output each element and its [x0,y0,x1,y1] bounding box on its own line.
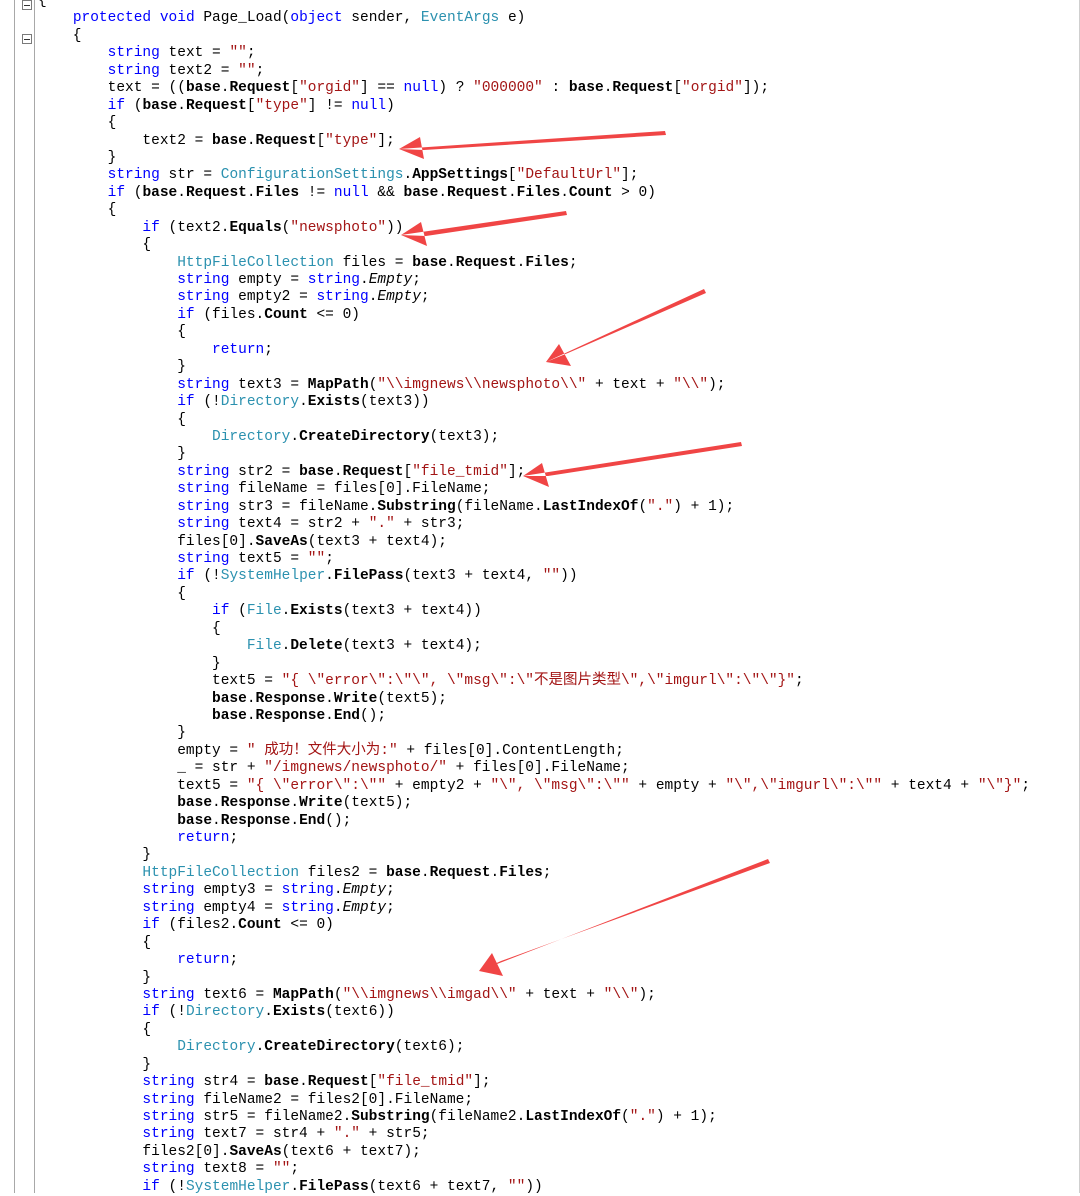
code-line[interactable]: files[0].SaveAs(text3 + text4); [38,534,1030,551]
code-line[interactable]: string str5 = fileName2.Substring(fileNa… [38,1109,1030,1126]
code-line[interactable]: base.Response.End(); [38,813,1030,830]
collapse-class-icon[interactable] [22,0,32,10]
code-line[interactable]: if (!SystemHelper.FilePass(text3 + text4… [38,568,1030,585]
code-line[interactable]: string empty4 = string.Empty; [38,900,1030,917]
code-line[interactable]: base.Response.End(); [38,708,1030,725]
code-line[interactable]: { [38,0,1030,10]
code-line[interactable]: string text6 = MapPath("\\imgnews\\imgad… [38,987,1030,1004]
code-line[interactable]: return; [38,952,1030,969]
code-editor[interactable]: { protected void Page_Load(object sender… [38,0,1030,1196]
code-line[interactable]: text = ((base.Request["orgid"] == null) … [38,80,1030,97]
code-line[interactable]: } [38,656,1030,673]
code-line[interactable]: } [38,150,1030,167]
code-line[interactable]: string str4 = base.Request["file_tmid"]; [38,1074,1030,1091]
code-line[interactable]: { [38,324,1030,341]
code-line[interactable]: string text = ""; [38,45,1030,62]
code-line[interactable]: Directory.CreateDirectory(text6); [38,1039,1030,1056]
code-line[interactable]: if (!SystemHelper.FilePass(text6 + text7… [38,1179,1030,1196]
code-line[interactable]: return; [38,342,1030,359]
code-line[interactable]: HttpFileCollection files2 = base.Request… [38,865,1030,882]
code-line[interactable]: string fileName = files[0].FileName; [38,481,1030,498]
gutter-line [14,0,15,1193]
gutter-line [34,0,35,1193]
code-line[interactable]: Directory.CreateDirectory(text3); [38,429,1030,446]
code-line[interactable]: if (text2.Equals("newsphoto")) [38,220,1030,237]
code-line[interactable]: string str = ConfigurationSettings.AppSe… [38,167,1030,184]
code-line[interactable]: } [38,847,1030,864]
code-line[interactable]: } [38,446,1030,463]
code-line[interactable]: string text7 = str4 + "." + str5; [38,1126,1030,1143]
code-line[interactable]: protected void Page_Load(object sender, … [38,10,1030,27]
code-line[interactable]: File.Delete(text3 + text4); [38,638,1030,655]
code-line[interactable]: { [38,28,1030,45]
code-line[interactable]: string empty3 = string.Empty; [38,882,1030,899]
code-line[interactable]: { [38,586,1030,603]
code-line[interactable]: if (files.Count <= 0) [38,307,1030,324]
code-line[interactable]: } [38,1057,1030,1074]
code-line[interactable]: base.Response.Write(text5); [38,691,1030,708]
code-line[interactable]: { [38,621,1030,638]
code-line[interactable]: _ = str + "/imgnews/newsphoto/" + files[… [38,760,1030,777]
code-line[interactable]: text5 = "{ \"error\":\"" + empty2 + "\",… [38,778,1030,795]
code-line[interactable]: { [38,1022,1030,1039]
code-line[interactable]: text5 = "{ \"error\":\"\", \"msg\":\"不是图… [38,673,1030,690]
code-line[interactable]: string text3 = MapPath("\\imgnews\\newsp… [38,377,1030,394]
code-line[interactable]: string text4 = str2 + "." + str3; [38,516,1030,533]
code-line[interactable]: if (File.Exists(text3 + text4)) [38,603,1030,620]
code-line[interactable]: string text2 = ""; [38,63,1030,80]
code-line[interactable]: if (base.Request.Files != null && base.R… [38,185,1030,202]
code-line[interactable]: } [38,970,1030,987]
collapse-method-icon[interactable] [22,34,32,44]
code-line[interactable]: string empty2 = string.Empty; [38,289,1030,306]
code-line[interactable]: { [38,237,1030,254]
code-line[interactable]: if (!Directory.Exists(text6)) [38,1004,1030,1021]
code-line[interactable]: { [38,115,1030,132]
code-line[interactable]: string empty = string.Empty; [38,272,1030,289]
code-line[interactable]: string fileName2 = files2[0].FileName; [38,1092,1030,1109]
code-line[interactable]: string str2 = base.Request["file_tmid"]; [38,464,1030,481]
code-line[interactable]: text2 = base.Request["type"]; [38,133,1030,150]
code-line[interactable]: if (files2.Count <= 0) [38,917,1030,934]
code-line[interactable]: { [38,412,1030,429]
code-line[interactable]: if (base.Request["type"] != null) [38,98,1030,115]
code-line[interactable]: if (!Directory.Exists(text3)) [38,394,1030,411]
code-line[interactable]: string str3 = fileName.Substring(fileNam… [38,499,1030,516]
code-line[interactable]: HttpFileCollection files = base.Request.… [38,255,1030,272]
code-line[interactable]: return; [38,830,1030,847]
code-line[interactable]: } [38,359,1030,376]
code-line[interactable]: } [38,725,1030,742]
code-line[interactable]: empty = " 成功！文件大小为:" + files[0].ContentL… [38,743,1030,760]
code-line[interactable]: { [38,935,1030,952]
code-line[interactable]: files2[0].SaveAs(text6 + text7); [38,1144,1030,1161]
code-line[interactable]: { [38,202,1030,219]
code-line[interactable]: base.Response.Write(text5); [38,795,1030,812]
code-line[interactable]: string text5 = ""; [38,551,1030,568]
code-line[interactable]: string text8 = ""; [38,1161,1030,1178]
